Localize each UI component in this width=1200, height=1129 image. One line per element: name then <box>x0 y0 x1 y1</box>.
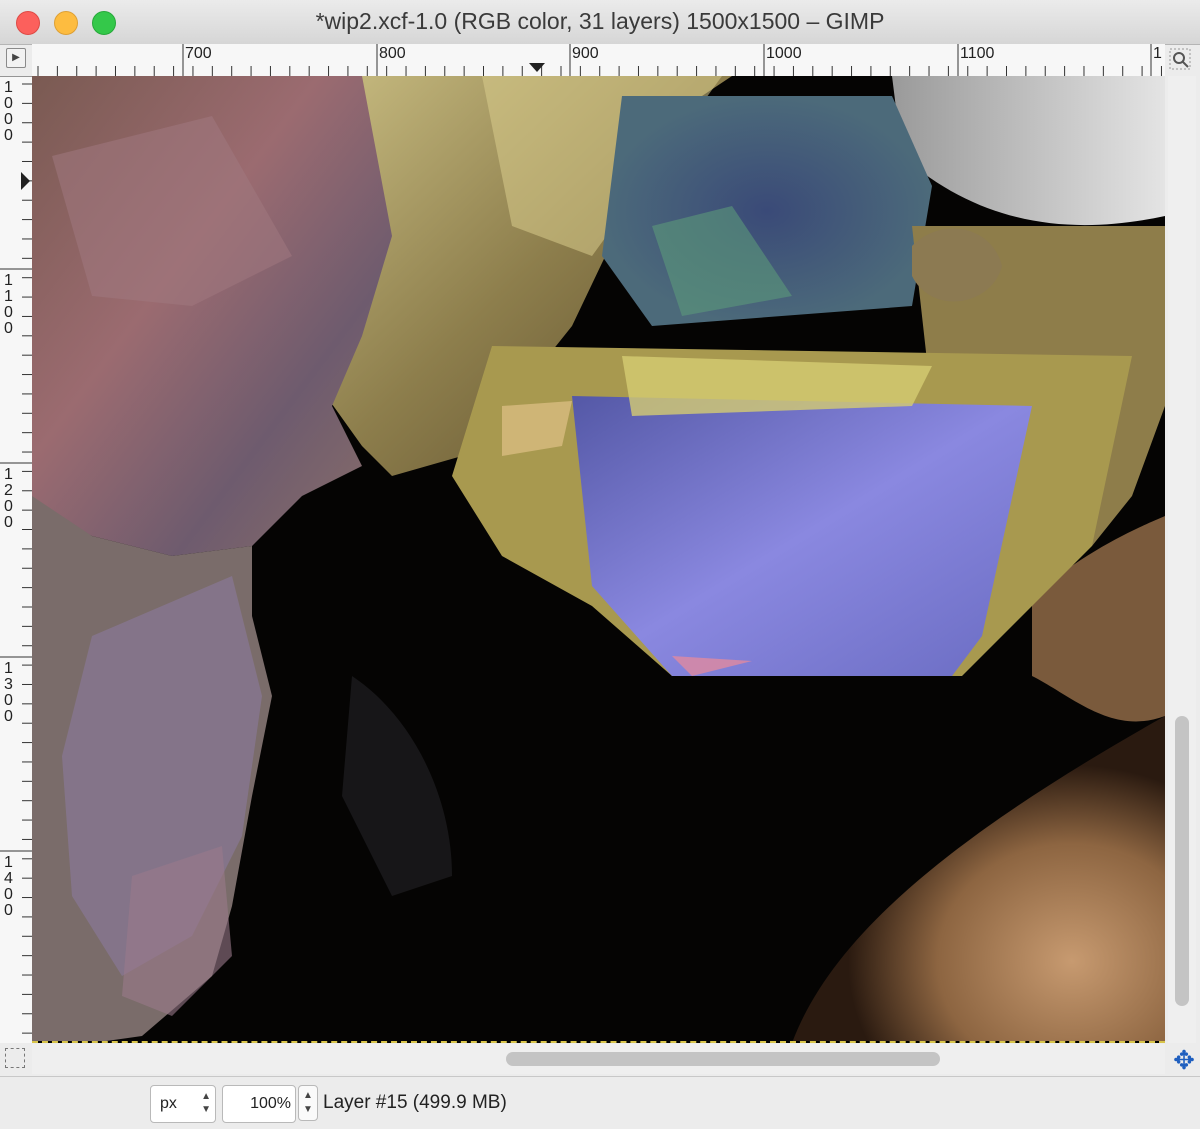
status-bar: px ▲ ▼ 100% ▲ ▼ Layer #15 (499.9 MB) <box>0 1076 1200 1129</box>
hruler-label-900: 900 <box>572 45 599 62</box>
vruler-label-1400: 1400 <box>4 854 13 919</box>
hruler-label-800: 800 <box>379 45 406 62</box>
vertical-scrollbar-thumb[interactable] <box>1175 716 1189 1006</box>
layer-info-label: Layer #15 (499.9 MB) <box>323 1092 507 1113</box>
vruler-label-1000: 1000 <box>4 79 13 144</box>
hruler-label-700: 700 <box>185 45 212 62</box>
unit-selector[interactable]: px ▲ ▼ <box>150 1085 216 1123</box>
zoom-value: 100% <box>250 1095 291 1112</box>
vruler-pointer-marker <box>21 172 30 190</box>
hruler-pointer-marker <box>529 63 545 72</box>
unit-selector-arrows-icon: ▲ ▼ <box>201 1091 211 1115</box>
navigate-move-icon[interactable]: ✥ <box>1170 1046 1198 1074</box>
vruler-label-1100: 1100 <box>4 272 13 337</box>
canvas-artwork <box>32 76 1165 1041</box>
vruler-label-1300: 1300 <box>4 660 13 725</box>
horizontal-ruler-ticks: 700 800 900 1000 1100 1 <box>37 44 1162 76</box>
zoom-stepper[interactable]: ▲ ▼ <box>298 1085 318 1121</box>
horizontal-scrollbar[interactable] <box>32 1044 1165 1074</box>
quick-mask-icon[interactable] <box>5 1048 25 1068</box>
vruler-label-1200: 1200 <box>4 466 13 531</box>
vertical-ruler[interactable]: 1000 1100 1200 1300 1400 <box>0 76 33 1043</box>
unit-value: px <box>160 1095 177 1112</box>
horizontal-ruler[interactable]: 700 800 900 1000 1100 1 <box>32 44 1165 77</box>
vertical-ruler-ticks: 1 0 0 0 1 1 0 0 1 2 0 0 1 3 0 0 1 4 0 0 <box>0 76 32 1034</box>
hruler-label-1200: 1 <box>1153 45 1162 62</box>
zoom-field[interactable]: 100% <box>222 1085 296 1123</box>
hruler-label-1100: 1100 <box>960 45 995 62</box>
navigation-menu-icon[interactable]: ▶ <box>6 48 26 68</box>
zoom-magnifier-icon[interactable] <box>1167 48 1193 72</box>
image-canvas[interactable] <box>32 76 1165 1043</box>
horizontal-scrollbar-thumb[interactable] <box>506 1052 940 1066</box>
vertical-scrollbar[interactable] <box>1168 76 1196 1043</box>
title-bar: *wip2.xcf-1.0 (RGB color, 31 layers) 150… <box>0 0 1200 45</box>
hruler-label-1000: 1000 <box>766 45 802 62</box>
window-title: *wip2.xcf-1.0 (RGB color, 31 layers) 150… <box>315 8 885 34</box>
